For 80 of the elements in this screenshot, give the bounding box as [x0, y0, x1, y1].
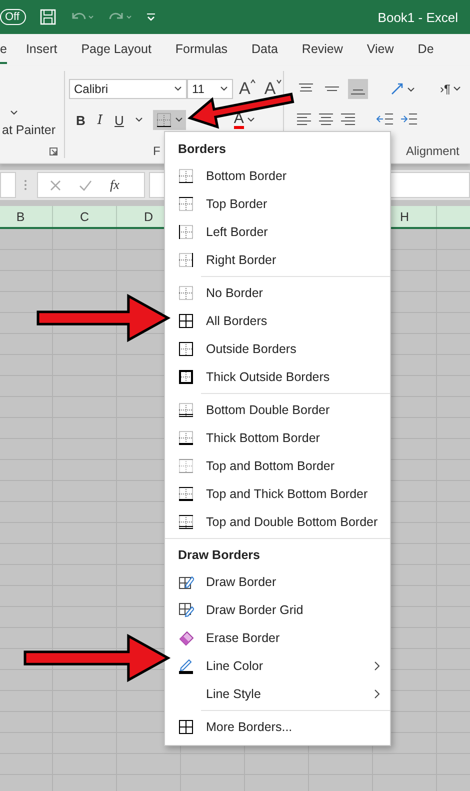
ribbon-tab[interactable]: View	[366, 36, 394, 64]
top-thick-bottom-border-icon	[178, 486, 194, 502]
draw-border-icon	[178, 574, 194, 590]
top-double-bottom-border-icon	[178, 514, 194, 530]
menu-item[interactable]: Erase Border	[165, 624, 390, 652]
ribbon-tab[interactable]: Formulas	[175, 36, 228, 64]
menu-item[interactable]: Right Border	[165, 246, 390, 274]
ribbon-tab[interactable]: Insert	[26, 36, 58, 64]
save-icon[interactable]	[40, 9, 56, 25]
font-size-field[interactable]: 11	[187, 79, 233, 99]
align-center-icon[interactable]	[318, 111, 334, 127]
caret-icon[interactable]	[10, 110, 18, 116]
window-title: Book1 - Excel	[378, 10, 458, 24]
menu-item[interactable]: Bottom Border	[165, 162, 390, 190]
column-header[interactable]: B	[0, 206, 53, 227]
ribbon-tab[interactable]: Page Layout	[81, 36, 152, 64]
menu-item[interactable]: No Border	[165, 279, 390, 307]
chevron-icon[interactable]	[246, 117, 255, 123]
column-header[interactable]: C	[53, 206, 117, 227]
bottom-double-border-icon	[178, 402, 194, 418]
decrease-indent-icon[interactable]	[376, 111, 394, 127]
autosave-toggle[interactable]: Off	[0, 9, 26, 25]
shrink-font-button[interactable]: A	[262, 79, 284, 99]
menu-item[interactable]: Top and Bottom Border	[165, 452, 390, 480]
align-left-icon[interactable]	[296, 111, 312, 127]
ribbon-tab[interactable]: e	[0, 36, 7, 64]
menu-item[interactable]: Draw Border	[165, 568, 390, 596]
caret-icon	[250, 79, 256, 84]
ribbon-tab[interactable]: De	[418, 36, 434, 64]
line-color-border-icon	[178, 658, 194, 674]
text-direction-button[interactable]: ›¶	[434, 81, 468, 97]
bottom-border-icon	[178, 168, 194, 184]
menu-item[interactable]: All Borders	[165, 307, 390, 335]
chevron-icon[interactable]	[174, 117, 183, 123]
right-border-icon	[178, 252, 194, 268]
menu-item[interactable]: More Borders...	[165, 713, 390, 741]
underline-button[interactable]: U	[114, 112, 125, 128]
none-border-icon	[178, 285, 194, 301]
customize-icon[interactable]	[146, 12, 156, 22]
menu-item[interactable]: Thick Outside Borders	[165, 363, 390, 391]
drag-handle-icon[interactable]	[24, 179, 27, 191]
chevron-icon[interactable]	[220, 86, 228, 92]
top-border-icon	[178, 196, 194, 212]
menu-item[interactable]: Line Color	[165, 652, 390, 680]
chevron-icon[interactable]	[174, 86, 182, 92]
dialog-launcher-icon[interactable]	[49, 147, 58, 156]
erase-border-icon	[178, 630, 194, 646]
align-right-icon[interactable]	[340, 111, 356, 127]
outside-border-icon	[178, 341, 194, 357]
bottom-border-icon	[156, 112, 172, 128]
menu-item[interactable]: Line Style	[165, 680, 390, 708]
group-label: Alignment	[406, 144, 460, 158]
ribbon-tab[interactable]: Review	[302, 36, 343, 64]
grow-font-button[interactable]: A	[237, 79, 258, 99]
menu-item[interactable]: Draw Border Grid	[165, 596, 390, 624]
menu-item[interactable]: Top and Double Bottom Border	[165, 508, 390, 536]
increase-indent-icon[interactable]	[400, 111, 418, 127]
menu-heading: Draw Borders	[177, 547, 261, 564]
bold-button[interactable]: B	[75, 112, 86, 128]
font-name-field[interactable]: Calibri	[69, 79, 187, 99]
borders-button[interactable]	[152, 110, 186, 130]
thick-bottom-border-icon	[178, 430, 194, 446]
bottom-align-icon[interactable]	[348, 79, 368, 99]
italic-button[interactable]: I	[96, 112, 104, 128]
caret-icon	[276, 79, 282, 84]
top-bottom-border-icon	[178, 458, 194, 474]
chevron-icon[interactable]	[134, 117, 143, 123]
left-border-icon	[178, 224, 194, 240]
thick-outside-border-icon	[178, 369, 194, 385]
menu-item[interactable]: Bottom Double Border	[165, 396, 390, 424]
group-label: F	[153, 144, 160, 158]
ribbon-tab[interactable]: Data	[252, 36, 278, 64]
insert-function-button[interactable]: fx	[110, 177, 120, 193]
draw-grid-border-icon	[178, 602, 194, 618]
menu-heading: Borders	[177, 141, 227, 158]
menu-item[interactable]: Outside Borders	[165, 335, 390, 363]
format-painter-label[interactable]: at Painter	[2, 123, 56, 137]
menu-item[interactable]: Top and Thick Bottom Border	[165, 480, 390, 508]
menu-item[interactable]: Thick Bottom Border	[165, 424, 390, 452]
chevron-icon[interactable]	[453, 86, 462, 92]
